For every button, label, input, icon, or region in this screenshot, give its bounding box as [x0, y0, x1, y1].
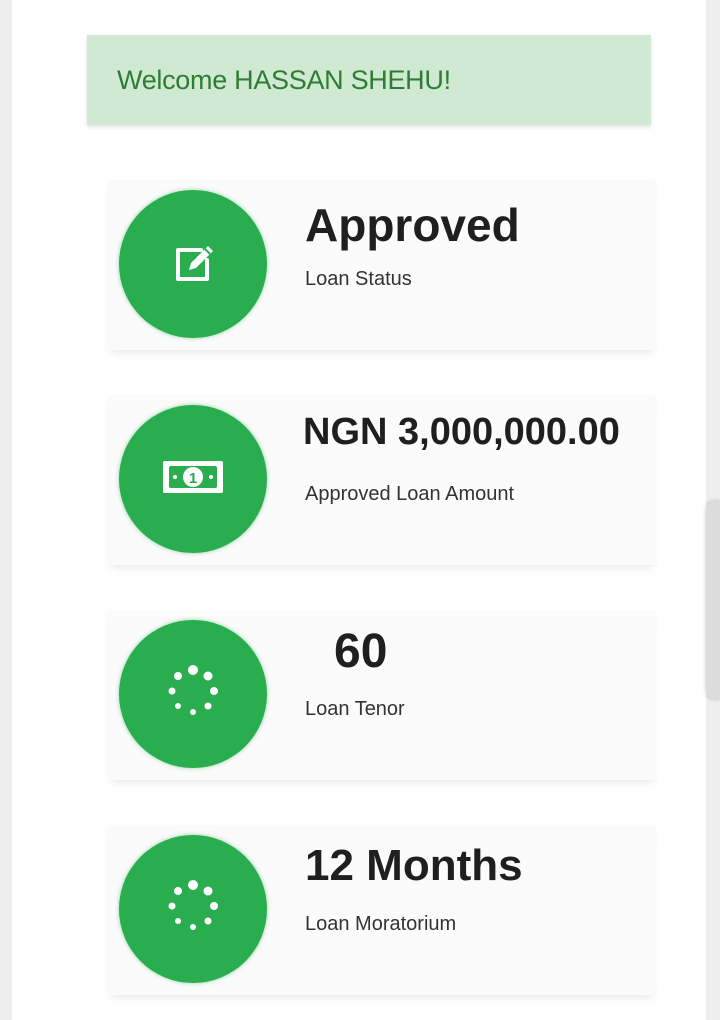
loan-status-label: Loan Status [305, 268, 412, 290]
loan-tenor-label: Loan Tenor [305, 698, 405, 720]
loan-status-value: Approved [305, 199, 520, 251]
side-edge-handle[interactable] [706, 500, 720, 700]
spinner-icon [161, 875, 225, 944]
loan-tenor-card: 60 Loan Tenor [107, 610, 657, 780]
loan-amount-value: NGN 3,000,000.00 [303, 411, 620, 453]
welcome-text: Welcome HASSAN SHEHU! [117, 64, 451, 95]
loan-moratorium-badge [119, 835, 267, 983]
money-icon: 1 [161, 457, 225, 502]
loan-tenor-value: 60 [334, 625, 388, 678]
spinner-icon [161, 660, 225, 729]
loan-moratorium-card: 12 Months Loan Moratorium [107, 825, 657, 995]
loan-amount-card: 1 NGN 3,000,000.00 Approved Loan Amount [107, 395, 657, 565]
loan-status-badge [119, 190, 267, 338]
welcome-banner: Welcome HASSAN SHEHU! [87, 35, 651, 125]
svg-text:1: 1 [189, 470, 197, 487]
edit-icon [163, 232, 223, 297]
loan-amount-label: Approved Loan Amount [305, 483, 515, 505]
loan-status-card: Approved Loan Status [107, 180, 657, 350]
dashboard-page: Welcome HASSAN SHEHU! Approved Loan Stat… [12, 0, 706, 1020]
loan-tenor-badge [119, 620, 267, 768]
loan-moratorium-value: 12 Months [305, 841, 523, 890]
loan-amount-badge: 1 [119, 405, 267, 553]
loan-moratorium-label: Loan Moratorium [305, 913, 457, 935]
